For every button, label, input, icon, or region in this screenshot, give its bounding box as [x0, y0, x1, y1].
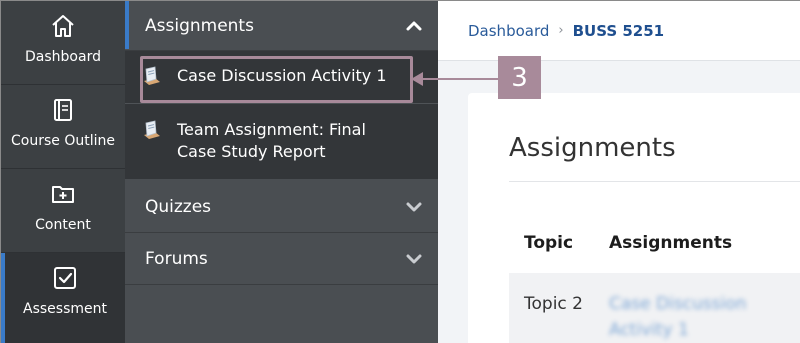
rail-label: Assessment: [23, 301, 107, 317]
divider: [509, 181, 800, 182]
column-header-topic: Topic: [524, 233, 574, 253]
breadcrumb-course-link[interactable]: BUSS 5251: [573, 22, 665, 40]
chevron-down-icon[interactable]: [404, 249, 424, 269]
breadcrumb-separator: ›: [558, 23, 564, 38]
secondary-nav: Assignments Case Discussion Activity 1 T…: [125, 1, 438, 343]
book-icon: [50, 97, 76, 123]
rail-item-assessment[interactable]: Assessment: [1, 253, 125, 343]
rail-label: Course Outline: [11, 133, 115, 149]
section-header-forums[interactable]: Forums: [125, 233, 438, 285]
breadcrumb-dashboard-link[interactable]: Dashboard: [468, 22, 549, 40]
home-icon: [50, 13, 76, 39]
table-cell-topic: Topic 2: [524, 294, 583, 314]
column-header-assignments: Assignments: [609, 233, 733, 253]
chevron-up-icon[interactable]: [404, 16, 424, 36]
section-header-quizzes[interactable]: Quizzes: [125, 181, 438, 233]
main-content: Dashboard › BUSS 5251 Assignments Topic …: [438, 1, 800, 343]
breadcrumb: Dashboard › BUSS 5251: [438, 1, 800, 61]
section-label: Assignments: [145, 15, 254, 36]
icon-rail: Dashboard Course Outline Content Assessm…: [1, 1, 125, 343]
section-header-assignments[interactable]: Assignments: [125, 1, 438, 51]
active-section-accent: [125, 1, 129, 49]
section-label: Forums: [145, 248, 208, 269]
list-item-team-assignment[interactable]: Team Assignment: Final Case Study Report: [141, 119, 431, 163]
table-cell-assignment-link[interactable]: Case Discussion Activity 1: [609, 291, 769, 343]
section-label: Quizzes: [145, 196, 212, 217]
list-item-label: Team Assignment: Final Case Study Report: [177, 119, 366, 163]
divider: [125, 103, 438, 104]
highlight-box: [140, 56, 413, 103]
list-item-label-line: Team Assignment: Final: [177, 120, 366, 139]
rail-item-course-outline[interactable]: Course Outline: [1, 85, 125, 169]
rail-item-content[interactable]: Content: [1, 169, 125, 253]
chevron-down-icon[interactable]: [404, 197, 424, 217]
rail-label: Content: [35, 217, 91, 233]
checkbox-icon: [52, 265, 78, 291]
page-title: Assignments: [509, 133, 676, 163]
callout-number-badge: 3: [498, 56, 541, 99]
rail-label: Dashboard: [25, 49, 101, 65]
list-item-label-line: Case Study Report: [177, 142, 326, 161]
document-icon: [141, 120, 163, 140]
callout-arrow-icon: [411, 72, 423, 86]
callout-line: [414, 78, 498, 80]
folder-plus-icon: [50, 181, 76, 207]
rail-item-dashboard[interactable]: Dashboard: [1, 1, 125, 85]
